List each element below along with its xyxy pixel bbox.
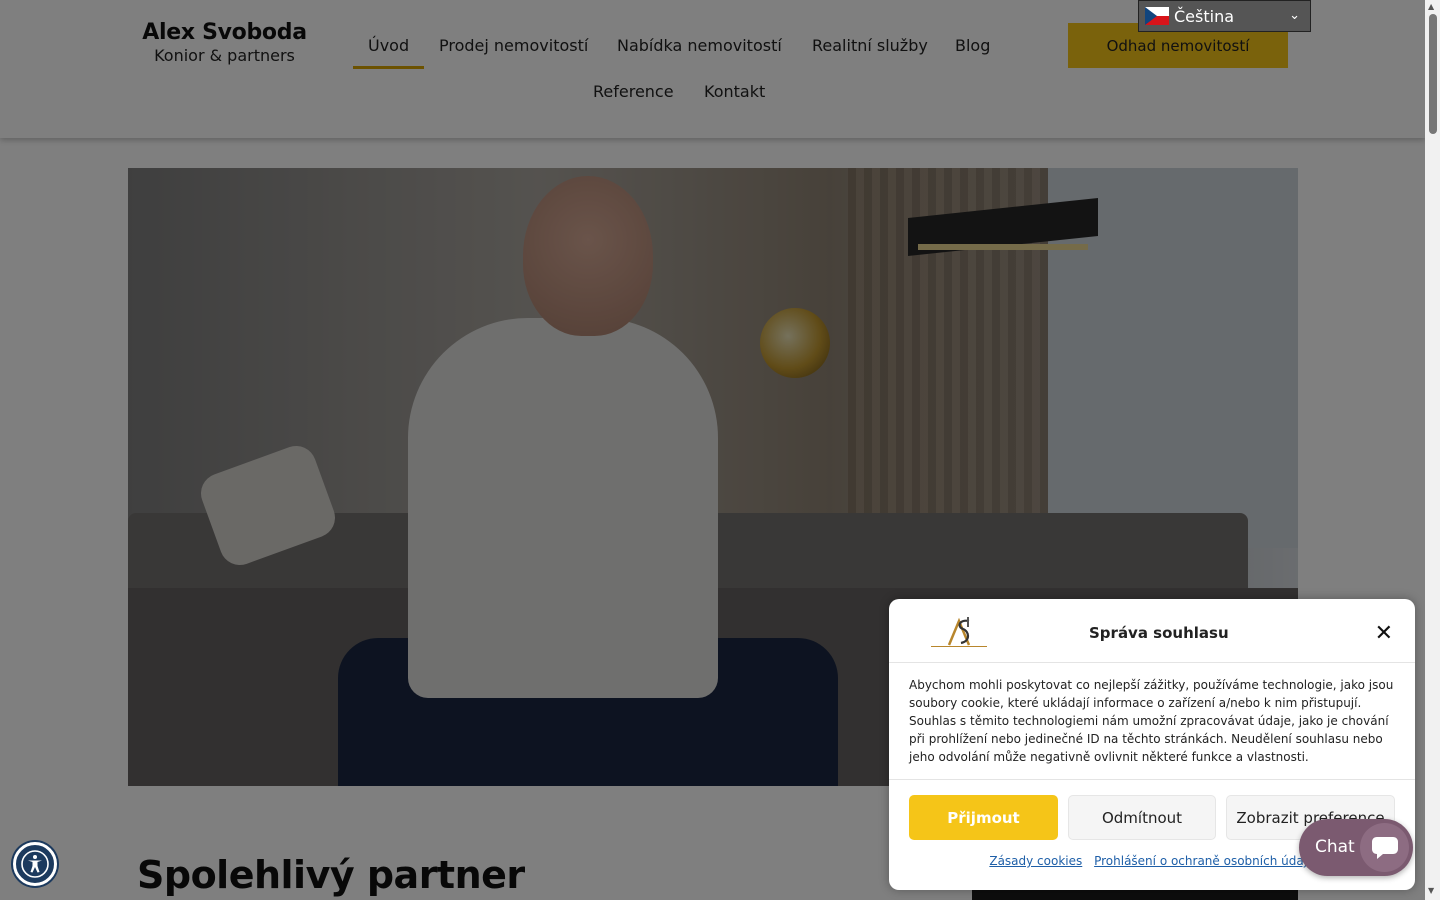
- privacy-statement-link[interactable]: Prohlášení o ochraně osobních údajů: [1094, 854, 1315, 868]
- chat-widget-button[interactable]: Chat: [1299, 819, 1413, 876]
- accept-button[interactable]: Přijmout: [909, 795, 1058, 840]
- scrollbar-thumb[interactable]: [1429, 14, 1437, 134]
- consent-title: Správa souhlasu: [1089, 624, 1229, 642]
- czech-flag-icon: [1145, 7, 1169, 25]
- language-select[interactable]: Čeština ⌄: [1138, 0, 1311, 32]
- divider: [889, 662, 1415, 663]
- divider: [889, 779, 1415, 780]
- chevron-down-icon: ⌄: [1289, 8, 1300, 23]
- consent-logo: [931, 617, 987, 647]
- chat-label: Chat: [1315, 837, 1355, 857]
- scroll-up-arrow-icon[interactable]: ▲: [1428, 2, 1434, 11]
- close-icon[interactable]: ✕: [1375, 621, 1393, 646]
- cookie-policy-link[interactable]: Zásady cookies: [989, 854, 1082, 868]
- language-label: Čeština: [1174, 6, 1235, 26]
- scrollbar-track[interactable]: [1425, 0, 1440, 900]
- chat-bubble-icon: [1360, 823, 1409, 872]
- consent-body: Abychom mohli poskytovat co nejlepší záž…: [909, 678, 1394, 764]
- scroll-down-arrow-icon[interactable]: ▼: [1428, 886, 1434, 895]
- accessibility-icon: [21, 850, 49, 878]
- accessibility-button[interactable]: [13, 842, 57, 886]
- deny-button[interactable]: Odmítnout: [1068, 795, 1216, 840]
